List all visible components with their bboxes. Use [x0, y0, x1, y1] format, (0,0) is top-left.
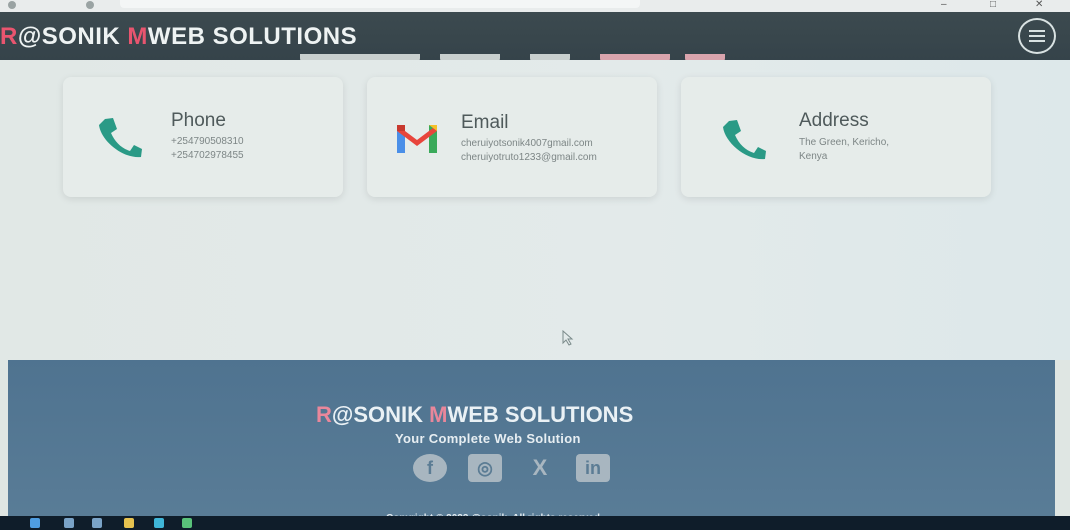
site-footer: R@SONIK MWEB SOLUTIONS Your Complete Web…	[8, 360, 1055, 530]
close-icon[interactable]: ✕	[1035, 0, 1051, 10]
refresh-icon[interactable]	[86, 1, 94, 9]
top-navbar: R@SONIK MWEB SOLUTIONS	[0, 12, 1070, 60]
linkedin-icon[interactable]: in	[576, 454, 610, 482]
search-icon[interactable]	[64, 518, 74, 528]
card-title: Address	[799, 110, 869, 131]
phone-card: Phone +254790508310 +254702978455	[63, 77, 343, 197]
edge-icon[interactable]	[154, 518, 164, 528]
address-card: Address The Green, Kericho, Kenya	[681, 77, 991, 197]
footer-tagline: Your Complete Web Solution	[395, 431, 581, 446]
brand-accent-m: M	[127, 23, 148, 50]
footer-brand: R@SONIK MWEB SOLUTIONS	[316, 402, 633, 428]
footer-brand-accent-r: R	[316, 402, 332, 427]
phone-number-2[interactable]: +254702978455	[171, 150, 244, 161]
minimize-icon[interactable]: –	[941, 0, 957, 10]
mouse-cursor-icon	[562, 330, 574, 346]
address-line-1: The Green, Kericho,	[799, 137, 890, 148]
gmail-icon	[397, 125, 437, 153]
brand-text-2: WEB SOLUTIONS	[147, 23, 358, 50]
address-line-2: Kenya	[799, 151, 828, 162]
email-address-2[interactable]: cheruiyotruto1233@gmail.com	[461, 152, 597, 163]
phone-icon	[723, 120, 766, 160]
email-card: Email cheruiyotsonik4007gmail.com cherui…	[367, 77, 657, 197]
card-title: Phone	[171, 110, 226, 131]
menu-toggle-button[interactable]	[1018, 18, 1056, 54]
footer-brand-accent-m: M	[429, 402, 448, 427]
chrome-icon[interactable]	[182, 518, 192, 528]
footer-brand-text-2: WEB SOLUTIONS	[447, 402, 634, 427]
contact-section: Phone +254790508310 +254702978455 Email …	[0, 60, 1070, 360]
email-address-1[interactable]: cheruiyotsonik4007gmail.com	[461, 138, 593, 149]
windows-start-icon[interactable]	[30, 518, 40, 528]
task-view-icon[interactable]	[92, 518, 102, 528]
maximize-icon[interactable]: □	[990, 0, 1006, 10]
instagram-icon[interactable]: ◎	[468, 454, 502, 482]
phone-icon	[99, 118, 142, 158]
footer-brand-text-1: @SONIK	[331, 402, 430, 427]
brand-text-1: @SONIK	[17, 23, 128, 50]
card-title: Email	[461, 112, 509, 133]
os-taskbar	[0, 516, 1070, 530]
browser-dot-icon	[8, 1, 16, 9]
phone-number-1[interactable]: +254790508310	[171, 136, 244, 147]
brand-accent-r: R	[0, 23, 18, 50]
file-explorer-icon[interactable]	[124, 518, 134, 528]
brand-logo[interactable]: R@SONIK MWEB SOLUTIONS	[0, 23, 357, 51]
facebook-icon[interactable]: f	[413, 454, 447, 482]
x-icon[interactable]: X	[523, 454, 557, 482]
address-bar[interactable]	[120, 0, 640, 8]
